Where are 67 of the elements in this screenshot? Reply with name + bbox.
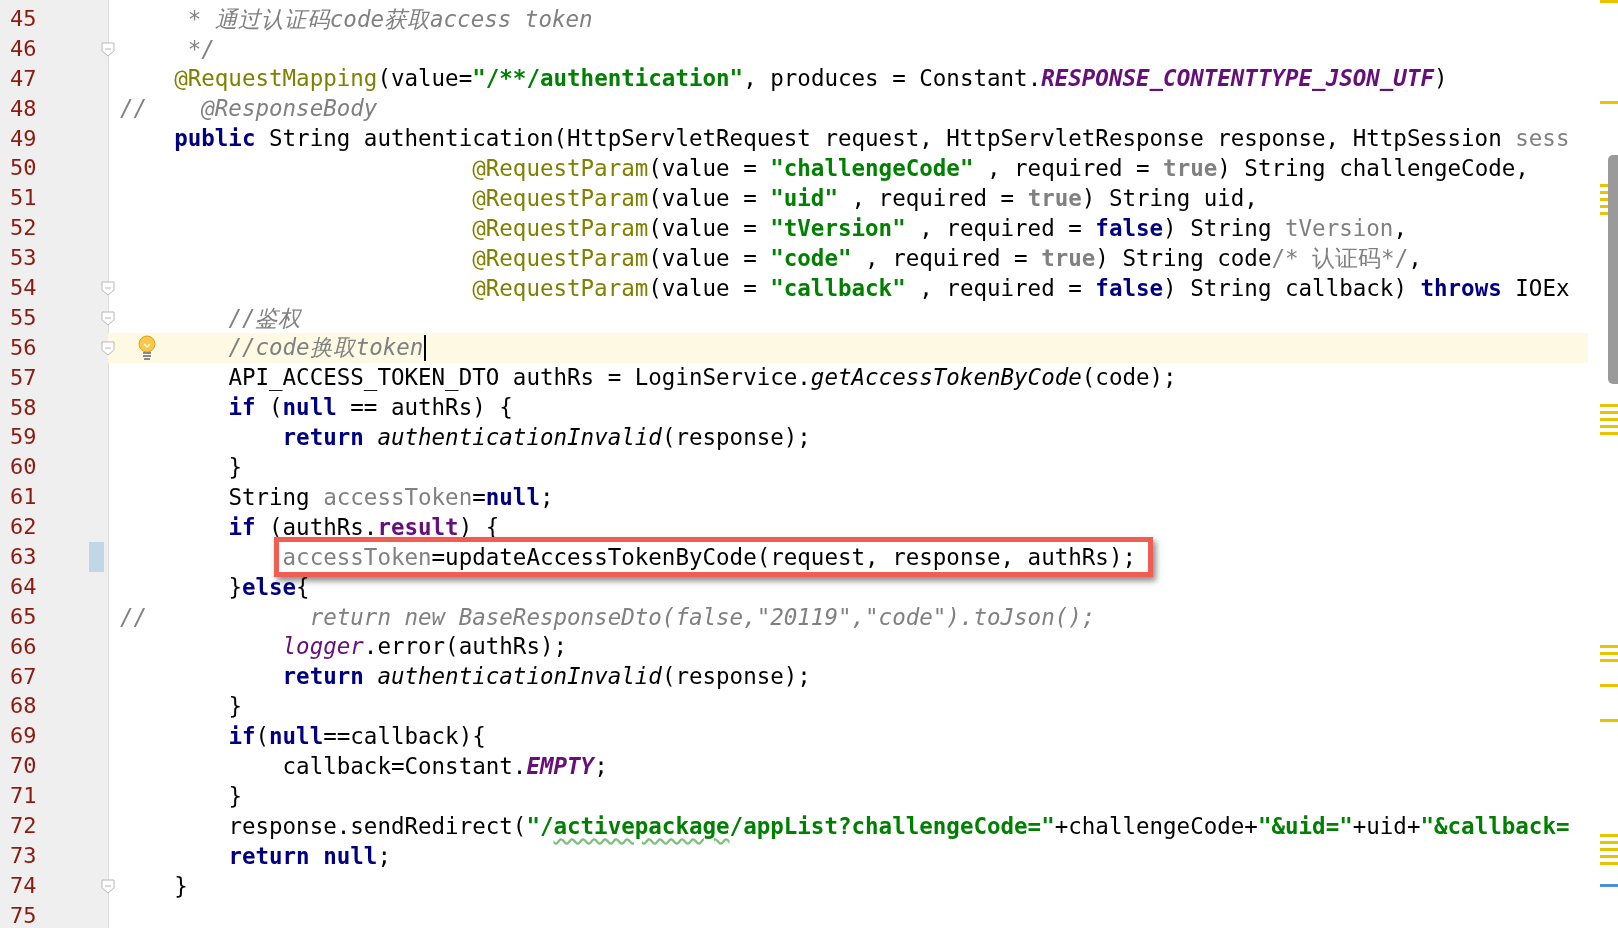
code-line: @RequestParam(value = "uid" , required = true) String uid, <box>472 187 1258 210</box>
line-number: 58 <box>10 396 37 419</box>
scrollbar-thumb[interactable] <box>1608 155 1618 384</box>
code-line: @RequestMapping(value="/**/authentication", produces = Constant.RESPONSE_CONTENTTYPE_JSON_UTF) <box>174 67 1448 90</box>
line-number: 56 <box>10 336 37 359</box>
code-line: callback=Constant.EMPTY; <box>282 754 608 778</box>
line-number: 60 <box>10 456 37 479</box>
code-line: return null; <box>228 844 391 868</box>
fold-icon[interactable] <box>100 339 116 356</box>
line-number: 61 <box>10 486 37 509</box>
code-line: String accessToken=null; <box>228 485 554 509</box>
line-number: 64 <box>10 575 37 598</box>
line-number: 45 <box>10 7 37 30</box>
line-number: 71 <box>10 785 37 808</box>
code-line: @RequestParam(value = "callback" , required = false) String callback) throws IOEx <box>472 276 1570 300</box>
line-number: 68 <box>10 695 37 718</box>
line-number: 54 <box>10 276 37 299</box>
code-line: logger.error(authRs); <box>282 635 568 658</box>
line-number: 69 <box>10 725 37 748</box>
code-line: // @ResponseBody <box>120 97 378 120</box>
code-line: return authenticationInvalid(response); <box>282 665 811 688</box>
code-line: if(null==callback){ <box>228 725 486 748</box>
fold-icon[interactable] <box>100 309 116 326</box>
code-line: @RequestParam(value = "tVersion" , required = false) String tVersion, <box>472 216 1407 240</box>
code-line: } <box>228 456 242 479</box>
line-number: 53 <box>10 247 37 270</box>
fold-icon[interactable] <box>100 40 116 57</box>
line-number: 72 <box>10 815 37 837</box>
line-number: 51 <box>10 187 37 210</box>
line-number: 73 <box>10 844 37 867</box>
code-line: */ <box>187 37 215 61</box>
line-number: 59 <box>10 426 37 449</box>
line-number: 74 <box>10 874 37 897</box>
line-number: 49 <box>10 127 37 150</box>
fold-icon[interactable] <box>100 280 116 296</box>
code-line: * 通过认证码code获取access token <box>187 7 593 31</box>
code-line: response.sendRedirect("/activepackage/appList?challengeCode="+challengeCode+"&uid="+uid+"&callback= <box>228 814 1570 838</box>
code-line: } <box>228 695 242 718</box>
line-number: 55 <box>10 306 37 329</box>
line-number: 48 <box>10 97 37 120</box>
lightbulb-icon[interactable] <box>136 334 158 361</box>
line-number: 63 <box>10 545 37 568</box>
line-number: 47 <box>10 67 37 90</box>
line-number: 46 <box>10 37 37 60</box>
code-line: // return new BaseResponseDto(false,"20119","code").toJson(); <box>120 605 1096 628</box>
line-number: 57 <box>10 366 37 389</box>
code-line: public String authentication(HttpServletRequest request, HttpServletResponse response, HttpSession sess <box>174 127 1570 150</box>
code-line: }else{ <box>228 575 310 599</box>
code-line: @RequestParam(value = "code" , required = true) String code/* 认证码*/, <box>472 246 1422 270</box>
code-line: @RequestParam(value = "challengeCode" , required = true) String challengeCode, <box>472 157 1529 180</box>
line-number: 75 <box>10 904 37 927</box>
line-number: 50 <box>10 157 37 180</box>
code-line: //鉴权 <box>228 306 302 330</box>
code-line: if (null == authRs) { <box>228 396 513 419</box>
code-line: //code换取token <box>228 336 424 359</box>
line-number: 66 <box>10 635 37 658</box>
code-line: API_ACCESS_TOKEN_DTO authRs = LoginService.getAccessTokenByCode(code); <box>228 366 1177 389</box>
line-number: 62 <box>10 516 37 539</box>
line-number: 70 <box>10 755 37 778</box>
line-number: 65 <box>10 605 37 628</box>
line-number: 67 <box>10 665 37 688</box>
code-line: return authenticationInvalid(response); <box>282 426 811 449</box>
text-cursor <box>424 334 427 361</box>
code-line: } <box>174 874 188 897</box>
fold-icon[interactable] <box>100 877 116 894</box>
line-number: 52 <box>10 217 37 240</box>
code-line: } <box>228 784 242 808</box>
